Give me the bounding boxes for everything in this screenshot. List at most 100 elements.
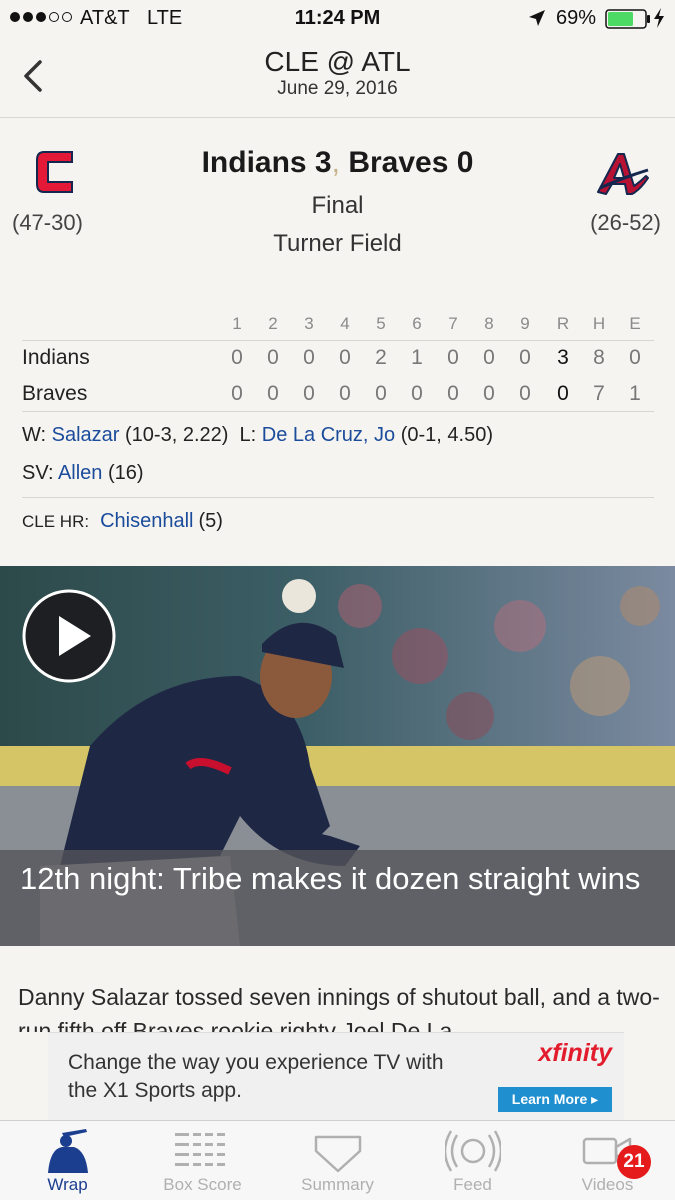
tab-feed[interactable]: Feed — [405, 1121, 540, 1200]
ad-text: Change the way you experience TV with th… — [68, 1051, 444, 1102]
inning-header: 4 — [340, 314, 350, 333]
battery-percentage: 69% — [556, 7, 597, 29]
inning-score: 1 — [411, 346, 423, 369]
runs-header: R — [556, 314, 570, 333]
headline-home-score: Indians 3 — [201, 146, 332, 179]
inning-score: 0 — [447, 346, 459, 369]
inning-score: 0 — [411, 382, 423, 405]
loss-label: L: — [239, 424, 257, 446]
hero-video[interactable]: 12th night: Tribe makes it dozen straigh… — [0, 566, 675, 946]
article-text: Danny Salazar tossed seven innings of sh… — [18, 984, 660, 1032]
home-run-count: (5) — [198, 510, 223, 532]
linescore-row-indians: Indians 0 0 0 0 2 1 0 0 0 3 8 0 — [22, 340, 654, 376]
headline-separator: , — [331, 146, 340, 179]
total-hits: 8 — [593, 346, 605, 369]
total-runs: 3 — [557, 346, 569, 369]
hits-header: H — [592, 314, 606, 333]
box-score-icon — [175, 1133, 225, 1166]
inning-header: 7 — [448, 314, 458, 333]
nav-bar: CLE @ ATL June 29, 2016 — [0, 38, 675, 118]
linescore-header: 1 2 3 4 5 6 7 8 9 R H E — [22, 310, 654, 340]
ad-banner[interactable]: Change the way you experience TV with th… — [48, 1032, 624, 1120]
save-line: SV: Allen (16) — [22, 462, 144, 485]
headline-score: Indians 3, Braves 0 — [0, 146, 675, 180]
tab-label: Videos — [581, 1175, 634, 1194]
inning-score: 0 — [267, 382, 279, 405]
linescore-team-name: Braves — [22, 382, 88, 405]
venue: Turner Field — [273, 230, 402, 257]
tab-videos[interactable]: 21 Videos — [540, 1121, 675, 1200]
linescore-team-name: Indians — [22, 346, 90, 369]
battery-icon — [605, 9, 650, 29]
save-stats: (16) — [108, 462, 144, 484]
inning-header: 1 — [232, 314, 242, 333]
video-caption: 12th night: Tribe makes it dozen straigh… — [0, 850, 675, 946]
inning-header: 6 — [412, 314, 422, 333]
away-team-record: (26-52) — [590, 210, 661, 235]
pitcher-decisions: W: Salazar (10-3, 2.22) L: De La Cruz, J… — [22, 424, 493, 447]
inning-score: 0 — [339, 346, 351, 369]
inning-score: 0 — [339, 382, 351, 405]
status-bar: AT&T LTE 11:24 PM 69% — [0, 0, 675, 38]
linescore-row-braves: Braves 0 0 0 0 0 0 0 0 0 0 7 1 — [22, 376, 654, 412]
inning-score: 0 — [231, 346, 243, 369]
total-runs: 0 — [557, 382, 569, 405]
inning-score: 0 — [303, 382, 315, 405]
inning-header: 8 — [484, 314, 494, 333]
inning-header: 2 — [268, 314, 278, 333]
batter-icon — [48, 1129, 88, 1173]
winning-pitcher-link[interactable]: Salazar — [52, 424, 120, 446]
divider — [22, 411, 654, 412]
inning-score: 0 — [519, 346, 531, 369]
location-arrow-icon — [529, 10, 545, 26]
inning-score: 2 — [375, 346, 387, 369]
home-run-player-link[interactable]: Chisenhall — [100, 510, 193, 532]
save-label: SV: — [22, 462, 54, 484]
game-date: June 29, 2016 — [277, 78, 398, 99]
tab-summary[interactable]: Summary — [270, 1121, 405, 1200]
home-runs-label: CLE HR: — [22, 512, 90, 531]
total-hits: 7 — [593, 382, 605, 405]
inning-score: 0 — [375, 382, 387, 405]
home-runs-line: CLE HR: Chisenhall (5) — [22, 510, 223, 533]
headline-away-score: Braves 0 — [348, 146, 474, 179]
inning-header: 9 — [520, 314, 530, 333]
save-pitcher-link[interactable]: Allen — [58, 462, 102, 484]
home-plate-icon — [314, 1135, 362, 1173]
ad-brand-logo: xfinity — [538, 1039, 612, 1067]
divider — [22, 497, 654, 498]
inning-score: 0 — [447, 382, 459, 405]
tab-label: Box Score — [163, 1175, 242, 1194]
divider — [22, 340, 654, 341]
ad-learn-more-button[interactable]: Learn More ▸ — [498, 1087, 612, 1112]
tab-bar: Wrap Box Score Summary Feed 21 Videos — [0, 1120, 675, 1200]
tab-wrap[interactable]: Wrap — [0, 1121, 135, 1200]
losing-pitcher-link[interactable]: De La Cruz, Jo — [262, 424, 395, 446]
tab-box-score[interactable]: Box Score — [135, 1121, 270, 1200]
tab-label: Summary — [301, 1175, 374, 1194]
inning-header: 5 — [376, 314, 386, 333]
winning-pitcher-stats: (10-3, 2.22) — [125, 424, 229, 446]
linescore: 1 2 3 4 5 6 7 8 9 R H E Indians 0 0 0 0 … — [22, 310, 654, 412]
feed-ball-icon — [445, 1130, 501, 1172]
game-status: Final — [311, 192, 364, 219]
charging-bolt-icon — [654, 8, 664, 28]
tab-label: Wrap — [47, 1175, 88, 1194]
inning-score: 0 — [303, 346, 315, 369]
win-label: W: — [22, 424, 47, 446]
total-errors: 1 — [629, 382, 641, 405]
errors-header: E — [629, 314, 641, 333]
total-errors: 0 — [629, 346, 641, 369]
page-title: CLE @ ATL — [264, 46, 411, 77]
inning-header: 3 — [304, 314, 314, 333]
inning-score: 0 — [483, 346, 495, 369]
inning-score: 0 — [519, 382, 531, 405]
videos-count-badge: 21 — [617, 1145, 651, 1179]
play-icon[interactable] — [21, 588, 117, 684]
inning-score: 0 — [483, 382, 495, 405]
braves-logo-icon — [597, 153, 649, 195]
tab-label: Feed — [453, 1175, 492, 1194]
losing-pitcher-stats: (0-1, 4.50) — [400, 424, 493, 446]
inning-score: 0 — [267, 346, 279, 369]
inning-score: 0 — [231, 382, 243, 405]
